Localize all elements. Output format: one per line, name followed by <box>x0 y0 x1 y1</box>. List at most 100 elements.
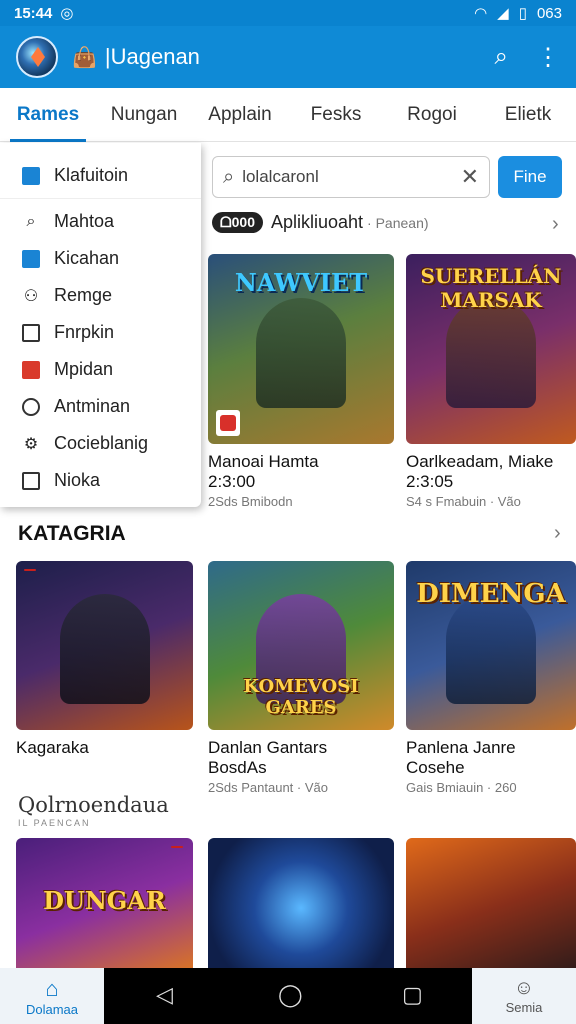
game-card[interactable]: Kagaraka <box>16 561 193 758</box>
game-meta: Gais Bmiauin · 260 <box>406 780 517 795</box>
menu-item-label: Nioka <box>54 470 101 490</box>
game-meta: 2Sds Bmibodn <box>208 494 293 509</box>
game-meta: 2Sds Pantaunt · Vão <box>208 780 328 795</box>
game-meta: S4 s Fmabuin · Vão <box>406 494 521 509</box>
app-icon <box>20 165 42 187</box>
status-bar: 15:44 ◎ ◠ ◢ ▯ 063 <box>0 0 576 26</box>
search-bar: ⌕ ✕ <box>212 156 490 198</box>
search-icon: ⌕ <box>26 212 36 230</box>
section-pill: ᗝ000 <box>212 212 263 233</box>
menu-item-cocieblanig[interactable]: ⚙ Cocieblanig <box>0 425 201 462</box>
menu-item-label: Fnrpkin <box>54 322 115 342</box>
app-bar: 👜 |Uagenan ⌕ ⋮ <box>0 26 576 88</box>
menu-item-nioka[interactable]: Nioka <box>0 462 201 499</box>
game-card[interactable]: KOMEVOSI GARES Danlan Gantars BosdAs 2Sd… <box>208 561 394 795</box>
game-art-title: SUERELLÁN MARSAK <box>420 264 562 312</box>
tab-applain[interactable]: Applain <box>192 88 288 142</box>
search-input[interactable] <box>242 167 461 187</box>
game-thumbnail: NAWVIET <box>208 254 394 444</box>
battery-level: 063 <box>536 4 562 22</box>
game-name: Panlena Janre Cosehe <box>406 738 516 777</box>
chevron-right-icon[interactable]: › <box>554 522 561 545</box>
app-badge-icon <box>216 410 240 436</box>
checkbox-icon <box>20 470 42 492</box>
tab-fesks[interactable]: Fesks <box>288 88 384 142</box>
refresh-icon <box>20 248 42 270</box>
game-thumbnail <box>406 838 576 978</box>
game-card[interactable]: NAWVIET Manoai Hamta 2:3:00 2Sds Bmibodn <box>208 254 394 509</box>
game-art-title: DIMENGA <box>416 579 566 609</box>
tag-label <box>24 569 36 571</box>
notification-icon: ◎ <box>60 5 74 22</box>
search-icon[interactable]: ⌕ <box>495 43 508 71</box>
menu-item-label: Mahtoa <box>54 211 115 231</box>
game-card[interactable] <box>406 838 576 978</box>
bottom-nav-label: Dolamaa <box>25 1001 79 1017</box>
back-icon[interactable]: ◁ <box>156 982 173 1008</box>
game-card[interactable]: DIMENGA Panlena Janre Cosehe Gais Bmiaui… <box>406 561 576 795</box>
section-heading: Qolrnoendaua <box>18 793 169 817</box>
section-title: Aplikliuoaht <box>270 212 364 232</box>
menu-item-fnrpkin[interactable]: Fnrpkin <box>0 314 201 351</box>
menu-item-mahtoa[interactable]: ⌕ Mahtoa <box>0 203 201 240</box>
tab-bar: Rames Nungan Applain Fesks Rogoi Elietk <box>0 88 576 142</box>
section-header: ᗝ000 Aplikliuoaht · Panean) <box>212 212 429 233</box>
bottom-nav-home[interactable]: ⌂ Dolamaa <box>0 968 104 1024</box>
section-subheading: IL PAENCAN <box>18 818 91 828</box>
chevron-right-icon[interactable]: › <box>552 213 559 236</box>
game-thumbnail: KOMEVOSI GARES <box>208 561 394 730</box>
menu-item-label: Antminan <box>54 396 131 416</box>
game-thumbnail: SUERELLÁN MARSAK <box>406 254 576 444</box>
menu-item-antminan[interactable]: Antminan <box>0 388 201 425</box>
menu-item-label: Kicahan <box>54 248 120 268</box>
menu-item-label: Cocieblanig <box>54 433 149 453</box>
game-name: Kagaraka <box>16 738 89 757</box>
section-heading: KATAGRIA <box>18 522 126 545</box>
game-card[interactable]: SUERELLÁN MARSAK Oarlkeadam, Miake 2:3:0… <box>406 254 576 509</box>
circle-icon <box>20 396 42 418</box>
status-time: 15:44 <box>14 4 53 22</box>
menu-item-label: Remge <box>54 285 113 305</box>
search-icon: ⌕ <box>223 165 235 188</box>
app-logo[interactable] <box>16 36 58 78</box>
menu-item-label: Mpidan <box>54 359 114 379</box>
bottom-nav-label: Semia <box>505 1000 543 1015</box>
tab-elietk[interactable]: Elietk <box>480 88 576 142</box>
game-card[interactable]: DUNGAR <box>16 838 193 978</box>
game-art-title: DUNGAR <box>43 886 166 915</box>
dropdown-menu: Klafuitoin ⌕ Mahtoa Kicahan ⚇ Remge Fnrp… <box>0 143 201 507</box>
menu-item-kicahan[interactable]: Kicahan <box>0 240 201 277</box>
app-title: |Uagenan <box>104 44 200 69</box>
tag-label <box>171 846 183 848</box>
menu-item-label: Klafuitoin <box>54 165 129 185</box>
more-vertical-icon[interactable]: ⋮ <box>536 43 560 72</box>
find-button[interactable]: Fine <box>498 156 562 198</box>
game-thumbnail <box>208 838 394 978</box>
home-icon: ⌂ <box>45 975 59 1001</box>
signal-icon: ◢ <box>497 5 509 22</box>
bag-icon: 👜 <box>72 46 97 69</box>
tab-rogoi[interactable]: Rogoi <box>384 88 480 142</box>
game-thumbnail: DIMENGA <box>406 561 576 730</box>
game-card[interactable] <box>208 838 394 978</box>
home-icon[interactable]: ◯ <box>278 982 303 1008</box>
game-name: Danlan Gantars BosdAs <box>208 738 328 777</box>
menu-item-remge[interactable]: ⚇ Remge <box>0 277 201 314</box>
tab-rames[interactable]: Rames <box>0 88 96 142</box>
clear-icon[interactable]: ✕ <box>461 164 479 190</box>
game-thumbnail <box>16 561 193 730</box>
wifi-icon: ◠ <box>474 5 488 22</box>
game-art-title: KOMEVOSI GARES <box>243 676 359 718</box>
section-subtitle: · Panean) <box>367 214 429 231</box>
battery-icon: ▯ <box>518 5 527 22</box>
tab-nungan[interactable]: Nungan <box>96 88 192 142</box>
game-name: Manoai Hamta 2:3:00 <box>208 452 319 491</box>
profile-icon: ☺ <box>513 977 535 999</box>
record-icon <box>20 359 42 381</box>
game-art-title: NAWVIET <box>234 268 368 297</box>
menu-item-mpidan[interactable]: Mpidan <box>0 351 201 388</box>
bottom-nav-profile[interactable]: ☺ Semia <box>472 968 576 1024</box>
recents-icon[interactable]: ▢ <box>402 982 423 1008</box>
menu-item-klafuitoin[interactable]: Klafuitoin <box>0 153 201 199</box>
checkbox-icon <box>20 322 42 344</box>
